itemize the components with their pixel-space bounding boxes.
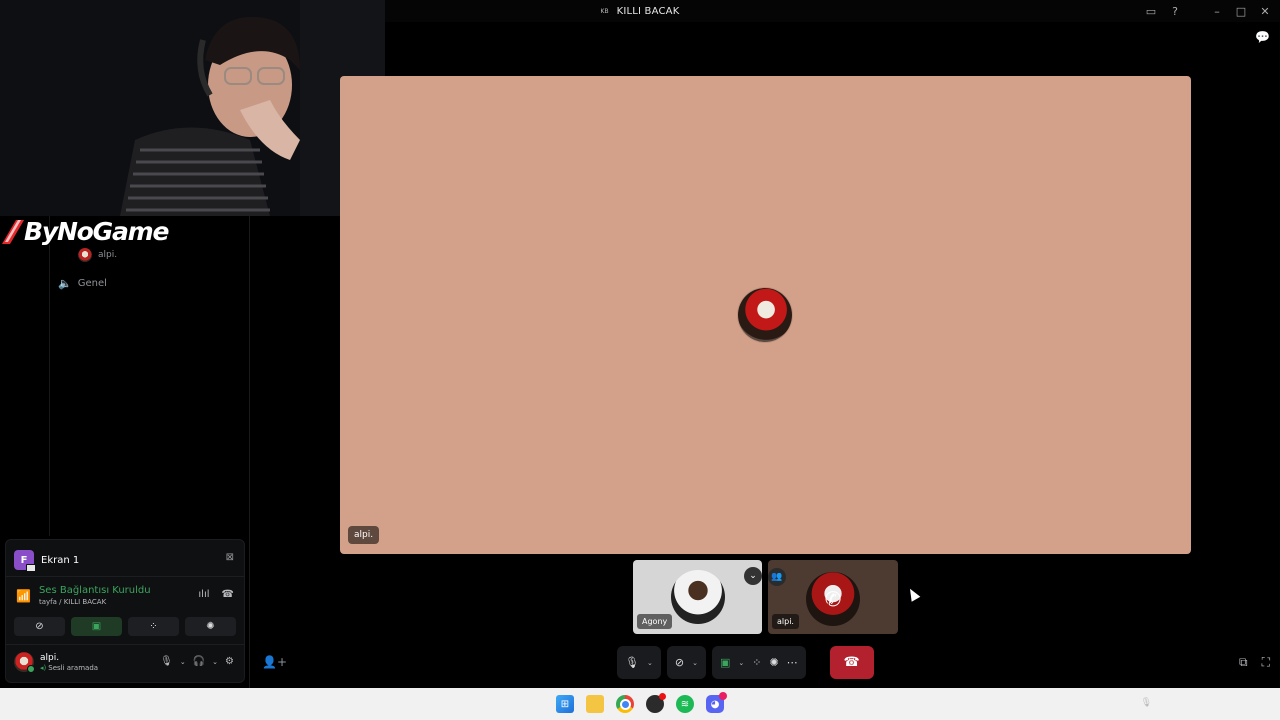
gear-icon[interactable]: ⚙ <box>225 656 234 667</box>
avatar <box>738 288 792 342</box>
participant-name: alpi. <box>772 614 799 629</box>
chevron-down-icon[interactable]: ⌄ <box>180 658 186 666</box>
pop-out-icon[interactable]: ⧉ <box>1239 655 1248 670</box>
chevron-down-icon[interactable]: ⌄ <box>692 659 698 667</box>
participant-tile-agony[interactable]: ⌄ Agony <box>633 560 762 634</box>
current-user-text: alpi. ◂) Sesli aramada <box>40 653 98 672</box>
screen-share-control[interactable]: ▣ ⌄ ⁘ ✺ ⋯ <box>711 646 806 679</box>
user-name: alpi. <box>40 652 60 663</box>
server-badge: KB <box>600 7 609 15</box>
user-controls: 🎙 ⌄ 🎧 ⌄ ⚙ <box>160 656 234 667</box>
brand-logo-icon <box>2 219 24 244</box>
group-icon[interactable]: 👥 <box>768 568 786 586</box>
help-icon[interactable]: ? <box>1166 2 1184 20</box>
discord-icon[interactable]: ◕ <box>706 692 727 713</box>
main-video-stage[interactable]: alpi. <box>340 76 1191 554</box>
brand-name: ByNoGame <box>24 217 169 246</box>
microphone-icon[interactable]: 🎙 <box>160 656 173 667</box>
voice-user-row[interactable]: alpi. <box>78 248 117 262</box>
connection-buttons: ılıl ☎ <box>198 589 234 600</box>
maximize-icon[interactable]: □ <box>1232 2 1250 20</box>
user-panel: F Ekran 1 ⊠ 📶 Ses Bağlantısı Kuruldu tay… <box>5 539 245 683</box>
connection-text: Ses Bağlantısı Kuruldu tayfa / KILLI BAC… <box>39 585 151 606</box>
noise-suppression-icon[interactable]: ılıl <box>198 589 209 600</box>
disconnect-icon[interactable]: ☎ <box>222 589 234 600</box>
webcam-overlay <box>0 0 385 216</box>
webcam-image <box>0 0 385 216</box>
avatar <box>671 570 725 624</box>
voice-channel-genel[interactable]: 🔈 Genel <box>58 277 107 290</box>
phone-icon: ✆ <box>824 587 842 611</box>
inbox-icon[interactable]: ▭ <box>1142 2 1160 20</box>
voice-user-name: alpi. <box>98 250 118 260</box>
avatar <box>14 652 35 673</box>
screen-share-button[interactable]: ▣ <box>71 617 122 636</box>
screen-share-label: Ekran 1 <box>41 554 80 566</box>
headphones-icon[interactable]: 🎧 <box>193 656 205 667</box>
hang-up-button[interactable]: ☎ <box>829 646 874 679</box>
chevron-down-icon[interactable]: ⌄ <box>738 659 744 667</box>
avatar: ✆ <box>806 572 860 626</box>
fullscreen-icon[interactable]: ⛶ <box>1262 655 1270 670</box>
brand-watermark: ByNoGame <box>2 217 169 246</box>
invite-user-icon[interactable]: 👤+ <box>262 655 287 669</box>
call-control-bar: 🎙 ⌄ ⊘ ⌄ ▣ ⌄ ⁘ ✺ ⋯ ☎ <box>617 646 874 679</box>
mic-control[interactable]: 🎙 ⌄ <box>617 646 661 679</box>
divider <box>6 644 244 645</box>
stage-corner-buttons: ⧉ ⛶ <box>1239 655 1270 670</box>
chevron-down-icon[interactable]: ⌄ <box>212 658 218 666</box>
speaker-icon: 🔈 <box>58 277 72 290</box>
connection-path: tayfa / KILLI BACAK <box>38 598 107 606</box>
microphone-icon[interactable]: 🎙 <box>625 656 639 669</box>
sidebar-guide-line <box>49 216 50 536</box>
close-icon[interactable]: ✕ <box>1256 2 1274 20</box>
chrome-icon[interactable] <box>616 695 634 713</box>
window-controls: ▭ ? – □ ✕ <box>1142 2 1274 20</box>
chevron-down-icon[interactable]: ⌄ <box>744 567 762 585</box>
user-status: ◂) Sesli aramada <box>40 664 98 672</box>
server-icon: F <box>14 550 36 572</box>
tray-mic-icon[interactable]: 🎙 <box>1141 698 1152 708</box>
file-explorer-icon[interactable] <box>586 695 604 713</box>
connection-title: Ses Bağlantısı Kuruldu <box>38 585 151 596</box>
camera-off-icon[interactable]: ⊘ <box>675 656 684 669</box>
stop-screen-share-icon[interactable]: ⊠ <box>226 552 234 563</box>
signal-icon: 📶 <box>16 588 31 603</box>
current-user[interactable]: alpi. ◂) Sesli aramada <box>14 652 98 673</box>
participant-tile-alpi[interactable]: 👥 ✆ alpi. <box>768 560 898 634</box>
app-root: KB KILLI BACAK ▭ ? – □ ✕ 💬 alpi. 🔈 Genel <box>0 0 1280 720</box>
os-taskbar: ⊞ ≋ ◕ <box>0 688 1280 720</box>
user-status-text: Sesli aramada <box>48 663 99 672</box>
divider <box>6 576 244 577</box>
camera-control[interactable]: ⊘ ⌄ <box>666 646 706 679</box>
chevron-down-icon[interactable]: ⌄ <box>647 659 653 667</box>
soundboard-icon[interactable]: ✺ <box>769 656 778 669</box>
screen-share-icon[interactable]: ▣ <box>720 656 730 669</box>
voice-connection-status[interactable]: 📶 Ses Bağlantısı Kuruldu tayfa / KILLI B… <box>16 585 151 606</box>
camera-off-button[interactable]: ⊘ <box>14 617 65 636</box>
activities-button[interactable]: ⁘ <box>128 617 179 636</box>
activities-icon[interactable]: ⁘ <box>752 656 761 669</box>
participant-name: Agony <box>637 614 673 629</box>
screen-share-row[interactable]: F Ekran 1 <box>14 550 80 572</box>
more-icon[interactable]: ⋯ <box>787 656 798 669</box>
minimize-icon[interactable]: – <box>1208 2 1226 20</box>
speaker-icon: ◂) <box>40 663 47 672</box>
channel-name: Genel <box>77 278 107 289</box>
window-title: KILLI BACAK <box>616 5 680 17</box>
voice-actions: ⊘ ▣ ⁘ ✺ <box>14 617 236 636</box>
spotify-icon[interactable]: ≋ <box>676 695 694 713</box>
mouse-cursor <box>905 586 921 602</box>
stage-participant-tag: alpi. <box>348 526 380 544</box>
avatar <box>78 248 92 262</box>
soundboard-button[interactable]: ✺ <box>185 617 236 636</box>
chat-bubble-icon[interactable]: 💬 <box>1255 30 1270 44</box>
obs-icon[interactable] <box>646 693 666 713</box>
windows-start-icon[interactable]: ⊞ <box>556 695 574 713</box>
